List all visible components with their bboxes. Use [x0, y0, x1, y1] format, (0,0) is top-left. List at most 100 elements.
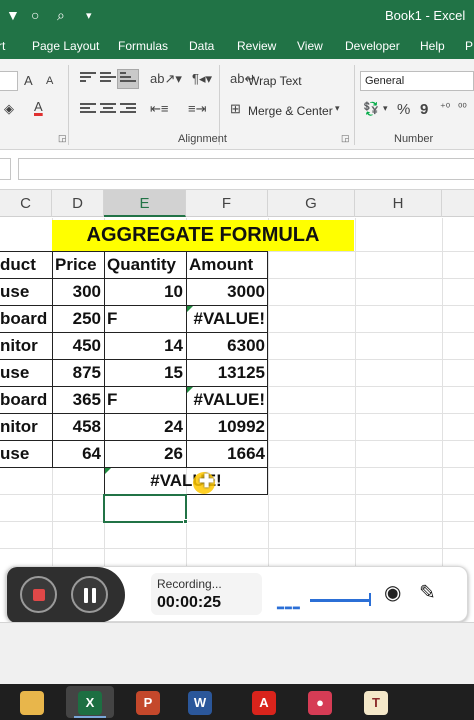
table-cell-price[interactable]: 365 — [52, 386, 104, 413]
font-size-combo[interactable] — [0, 71, 18, 91]
font-color-icon[interactable]: A — [34, 99, 43, 114]
tab-view[interactable]: View — [297, 39, 323, 53]
tab-developer[interactable]: Developer — [345, 39, 400, 53]
taskbar-powerpoint[interactable]: P — [132, 686, 164, 718]
column-header-d[interactable]: D — [52, 190, 104, 217]
table-cell-price[interactable]: 875 — [52, 359, 104, 386]
customize-toolbar-icon[interactable]: ▾ — [86, 9, 92, 22]
taskbar-tally[interactable]: T — [360, 686, 392, 718]
column-header-g[interactable]: G — [268, 190, 355, 217]
increase-indent-icon[interactable]: ≡⇥ — [188, 101, 206, 117]
middle-align-icon[interactable] — [100, 72, 116, 86]
table-cell-price[interactable]: 458 — [52, 413, 104, 440]
decrease-indent-icon[interactable]: ⇤≡ — [150, 101, 168, 117]
header-quantity[interactable]: Quantity — [104, 251, 186, 278]
column-header-c[interactable]: C — [0, 190, 52, 217]
table-cell-quantity[interactable]: F — [104, 305, 186, 332]
name-box[interactable] — [0, 158, 11, 180]
number-format-combo[interactable]: General — [360, 71, 474, 91]
accounting-format-icon[interactable]: 💱 — [363, 101, 379, 117]
circle-icon[interactable]: ○ — [31, 7, 39, 23]
fill-handle[interactable] — [183, 519, 188, 524]
align-left-icon[interactable] — [80, 103, 96, 117]
table-cell-price[interactable]: 450 — [52, 332, 104, 359]
percent-style-icon[interactable]: % — [397, 101, 410, 118]
column-header-e[interactable]: E — [104, 190, 186, 217]
table-cell-quantity[interactable]: 15 — [104, 359, 186, 386]
tab-help[interactable]: Help — [420, 39, 445, 53]
increase-decimal-icon[interactable]: ⁺⁰ — [440, 101, 450, 114]
align-right-icon[interactable] — [120, 103, 136, 117]
webcam-icon[interactable]: ◉ — [384, 580, 401, 605]
volume-slider-handle[interactable] — [369, 593, 371, 606]
table-cell-price[interactable]: 250 — [52, 305, 104, 332]
grow-font-icon[interactable]: A — [24, 73, 33, 88]
recording-timer: 00:00:25 — [157, 594, 222, 611]
orientation-icon[interactable]: ab↗▾ — [150, 71, 182, 87]
table-cell-quantity[interactable]: F — [104, 386, 186, 413]
taskbar-file-explorer[interactable] — [16, 686, 48, 718]
table-cell-quantity[interactable]: 24 — [104, 413, 186, 440]
taskbar-acrobat[interactable]: A — [248, 686, 280, 718]
tab-insert[interactable]: rt — [0, 39, 5, 53]
wrap-text-button[interactable]: Wrap Text — [248, 74, 302, 88]
table-cell-amount[interactable]: 3000 — [186, 278, 268, 305]
table-cell-product[interactable]: use — [0, 359, 52, 386]
merge-dropdown-icon[interactable]: ▾ — [335, 103, 340, 114]
formula-input[interactable] — [18, 158, 474, 180]
column-header-h[interactable]: H — [355, 190, 442, 217]
merge-center-button[interactable]: Merge & Center — [248, 104, 333, 118]
table-cell-quantity[interactable]: 10 — [104, 278, 186, 305]
table-cell-quantity[interactable]: 14 — [104, 332, 186, 359]
tab-data[interactable]: Data — [189, 39, 214, 53]
align-center-icon[interactable] — [100, 103, 116, 117]
comma-style-icon[interactable]: 9 — [420, 101, 428, 118]
table-cell-product[interactable]: nitor — [0, 332, 52, 359]
active-cell[interactable] — [103, 494, 187, 523]
decrease-decimal-icon[interactable]: ⁰⁰ — [458, 101, 467, 114]
table-cell-amount[interactable]: 13125 — [186, 359, 268, 386]
table-cell-amount[interactable]: 6300 — [186, 332, 268, 359]
table-cell-product[interactable]: board — [0, 386, 52, 413]
font-dialog-launcher-icon[interactable]: ◲ — [58, 133, 67, 144]
table-cell-amount[interactable]: #VALUE! — [186, 305, 268, 332]
table-cell-quantity[interactable]: 26 — [104, 440, 186, 467]
aggregate-result-cell[interactable]: #VALUE! — [104, 467, 268, 495]
header-amount[interactable]: Amount — [186, 251, 268, 278]
table-cell-price[interactable]: 64 — [52, 440, 104, 467]
top-align-icon[interactable] — [80, 72, 96, 86]
table-cell-amount[interactable]: 10992 — [186, 413, 268, 440]
filter-icon[interactable]: ▼ — [6, 7, 20, 23]
table-cell-amount[interactable]: 1664 — [186, 440, 268, 467]
taskbar-excel[interactable]: X — [66, 686, 114, 718]
accounting-dropdown-icon[interactable]: ▾ — [383, 103, 388, 114]
fill-color-icon[interactable]: ◈ — [4, 101, 14, 117]
tab-page-layout[interactable]: Page Layout — [32, 39, 99, 53]
taskbar-word[interactable]: W — [184, 686, 216, 718]
print-preview-icon[interactable]: ⌕ — [57, 7, 65, 24]
table-cell-product[interactable]: use — [0, 440, 52, 467]
sheet-title[interactable]: AGGREGATE FORMULA — [52, 220, 354, 251]
tab-review[interactable]: Review — [237, 39, 276, 53]
pen-icon[interactable]: ✎ — [419, 580, 436, 605]
worksheet-grid[interactable]: AGGREGATE FORMULA duct Price Quantity Am… — [0, 218, 474, 568]
tab-more[interactable]: P — [465, 39, 473, 53]
alignment-dialog-launcher-icon[interactable]: ◲ — [341, 133, 350, 144]
table-cell-product[interactable]: use — [0, 278, 52, 305]
table-cell-price[interactable]: 300 — [52, 278, 104, 305]
ribbon: A A ◈ A ◲ ab↗▾ ¶◂▾ ⇤≡ ≡⇥ ab↵ Wrap Text ⊞… — [0, 59, 474, 150]
merge-center-icon[interactable]: ⊞ — [230, 101, 241, 117]
table-cell-product[interactable]: nitor — [0, 413, 52, 440]
stop-recording-button[interactable] — [20, 576, 57, 613]
table-cell-amount[interactable]: #VALUE! — [186, 386, 268, 413]
header-product[interactable]: duct — [0, 251, 52, 278]
volume-slider[interactable] — [310, 599, 370, 602]
pause-recording-button[interactable] — [71, 576, 108, 613]
text-direction-icon[interactable]: ¶◂▾ — [192, 71, 212, 87]
column-header-f[interactable]: F — [186, 190, 268, 217]
header-price[interactable]: Price — [52, 251, 104, 278]
tab-formulas[interactable]: Formulas — [118, 39, 168, 53]
taskbar-screen-recorder[interactable]: ● — [304, 686, 336, 718]
shrink-font-icon[interactable]: A — [46, 75, 53, 87]
table-cell-product[interactable]: board — [0, 305, 52, 332]
